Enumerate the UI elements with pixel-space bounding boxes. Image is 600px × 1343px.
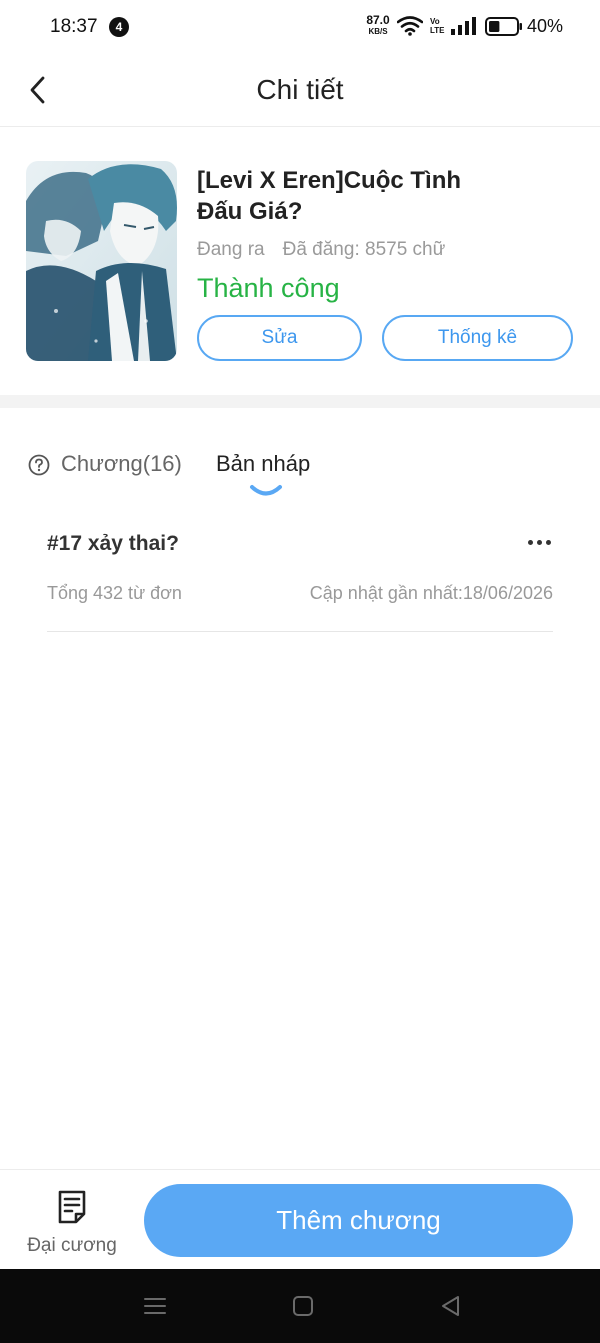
header: Chi tiết	[0, 54, 600, 127]
book-info: [Levi X Eren]Cuộc Tình Đấu Giá? Đang ra Đ…	[0, 128, 600, 395]
book-title: [Levi X Eren]Cuộc Tình Đấu Giá?	[197, 167, 462, 225]
cover-illustration	[26, 161, 177, 361]
list-item[interactable]: #17 xảy thai? Tổng 432 từ đơn Cập nhật g…	[47, 520, 553, 632]
question-circle-icon[interactable]	[28, 454, 50, 476]
battery-percent: 40%	[527, 16, 564, 36]
outline-label: Đại cương	[27, 1235, 117, 1256]
home-icon[interactable]	[290, 1293, 316, 1319]
tab-drafts[interactable]: Bản nháp	[216, 451, 310, 477]
publish-result: Thành công	[197, 273, 340, 303]
book-word-count: Đã đăng: 8575 chữ	[282, 239, 446, 260]
signal-icon	[451, 17, 476, 35]
tab-chapters[interactable]: Chương(16)	[61, 451, 182, 477]
draft-title: #17 xảy thai?	[47, 532, 179, 555]
status-bar: 18:37 4 87.0 KB/S Vo LTE 40%	[0, 0, 600, 54]
back-triangle-icon[interactable]	[438, 1293, 464, 1319]
page-title: Chi tiết	[256, 74, 344, 105]
stats-button[interactable]: Thống kê	[382, 315, 573, 361]
more-dot	[527, 539, 533, 545]
draft-word-count: Tổng 432 từ đơn	[47, 583, 182, 603]
network-speed-value: 87.0	[366, 13, 390, 27]
status-time: 18:37	[50, 16, 98, 37]
system-nav-bar	[0, 1269, 600, 1343]
section-divider	[0, 395, 600, 408]
add-chapter-button[interactable]: Thêm chương	[144, 1184, 573, 1257]
outline-button[interactable]: Đại cương	[18, 1184, 126, 1260]
volte-bottom-text: LTE	[430, 26, 445, 35]
network-speed: 87.0 KB/S	[362, 13, 394, 37]
more-dot	[545, 539, 551, 545]
draft-updated-date: Cập nhật gần nhất:18/06/2026	[309, 583, 553, 603]
volte-top-text: Vo	[430, 17, 440, 26]
edit-button[interactable]: Sửa	[197, 315, 362, 361]
more-dot	[536, 539, 542, 545]
book-cover[interactable]	[26, 161, 177, 361]
book-status: Đang ra	[197, 239, 265, 260]
menu-icon[interactable]	[142, 1293, 168, 1319]
network-speed-unit: KB/S	[368, 27, 388, 36]
more-options-button[interactable]	[525, 530, 553, 554]
notification-badge: 4	[109, 17, 129, 37]
book-meta: Đang ra Đã đăng: 8575 chữ	[197, 239, 445, 261]
chapter-tabs: Chương(16) Bản nháp	[0, 438, 600, 508]
bottom-action-bar: Đại cương Thêm chương	[0, 1169, 600, 1269]
volte-icon: Vo LTE	[430, 17, 445, 35]
document-list-icon	[58, 1190, 86, 1224]
battery-icon	[485, 17, 522, 36]
wifi-icon	[397, 16, 423, 36]
active-tab-indicator	[250, 485, 282, 496]
